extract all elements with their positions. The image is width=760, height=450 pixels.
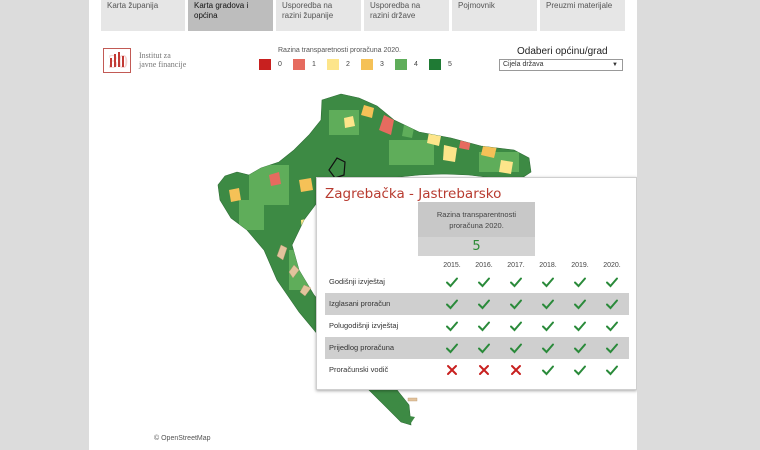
cross-icon [447,365,457,375]
legend-swatch [259,59,271,70]
legend-swatch [395,59,407,70]
table-row: Polugodišnji izvještaj [325,315,629,337]
check-icon [478,277,490,288]
check-icon [574,343,586,354]
check-icon [510,321,522,332]
tab-usporedba-zupanije[interactable]: Usporedba na razini županije [276,0,361,31]
year-header: 2019. [571,262,589,269]
check-icon [510,343,522,354]
tab-karta-gradova[interactable]: Karta gradova i općina [188,0,273,31]
municipality-select-label: Odaberi općinu/grad [517,46,608,57]
tab-pojmovnik[interactable]: Pojmovnik [452,0,537,31]
tab-karta-zupanija[interactable]: Karta županija [101,0,185,31]
check-icon [542,343,554,354]
check-icon [606,365,618,376]
legend: 0 1 2 3 4 5 [259,59,454,73]
row-label: Godišnji izvještaj [329,277,385,286]
tab-usporedba-drzave[interactable]: Usporedba na razini države [364,0,449,31]
year-header: 2020. [603,262,621,269]
map-attribution: © OpenStreetMap [154,435,211,442]
check-icon [446,343,458,354]
check-icon [574,365,586,376]
check-icon [478,343,490,354]
tab-preuzmi-materijale[interactable]: Preuzmi materijale [540,0,625,31]
municipality-tooltip: Zagrebačka - Jastrebarsko Razina transpa… [316,177,637,390]
legend-swatch [327,59,339,70]
check-icon [606,343,618,354]
check-icon [446,321,458,332]
check-icon [574,321,586,332]
score-value: 5 [418,237,535,256]
check-icon [542,277,554,288]
check-icon [446,277,458,288]
dashboard-frame: Karta županija Karta gradova i općina Us… [89,0,637,450]
chevron-down-icon: ▼ [612,62,618,68]
legend-swatch [429,59,441,70]
municipality-select[interactable]: Cijela država ▼ [499,59,623,71]
check-icon [510,299,522,310]
check-icon [510,277,522,288]
check-icon [606,277,618,288]
table-row: Prijedlog proračuna [325,337,629,359]
row-label: Prijedlog proračuna [329,343,395,352]
check-icon [478,321,490,332]
cross-icon [511,365,521,375]
check-icon [446,299,458,310]
table-row: Izglasani proračun [325,293,629,315]
check-icon [574,277,586,288]
legend-swatch [361,59,373,70]
institute-logo[interactable]: 30 Institut za javne financije [103,48,193,74]
check-icon [542,299,554,310]
check-icon [574,299,586,310]
legend-title: Razina transparetnosti proračuna 2020. [278,47,401,54]
check-icon [542,321,554,332]
check-icon [542,365,554,376]
check-icon [478,299,490,310]
tooltip-title: Zagrebačka - Jastrebarsko [325,186,502,202]
score-header: Razina transparentnosti proračuna 2020. [418,202,535,237]
row-label: Proračunski vodič [329,365,389,374]
check-icon [606,321,618,332]
year-header: 2016. [475,262,493,269]
table-row: Godišnji izvještaj [325,271,629,293]
institute-logo-mark: 30 [103,48,131,73]
year-header: 2017. [507,262,525,269]
year-header: 2015. [443,262,461,269]
year-header: 2018. [539,262,557,269]
row-label: Polugodišnji izvještaj [329,321,399,330]
cross-icon [479,365,489,375]
logo-text: Institut za javne financije [139,51,187,69]
check-icon [606,299,618,310]
tab-bar: Karta županija Karta gradova i općina Us… [101,0,625,31]
legend-swatch [293,59,305,70]
table-row: Proračunski vodič [325,359,629,381]
row-label: Izglasani proračun [329,299,391,308]
